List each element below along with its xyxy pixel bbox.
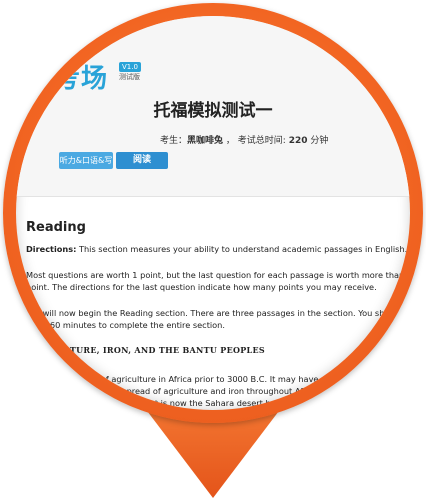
passage-text: There is evidence of agriculture in Afri… xyxy=(26,373,410,409)
passage-title: AGRICULTURE, IRON, AND THE BANTU PEOPLES xyxy=(26,345,265,355)
exam-page: 考场 V1.0 测试版 托福模拟测试一 考生：黑咖啡兔 ， 考试总时间: 220… xyxy=(16,16,410,410)
app-logo: 考场 xyxy=(54,64,109,94)
passage-line: the drying up of what is now the Sahara … xyxy=(69,398,314,408)
exam-info: 考生：黑咖啡兔 ， 考试总时间: 220 分钟 xyxy=(160,133,328,146)
tab-reading[interactable]: 阅读 xyxy=(116,152,168,169)
time-unit: 分钟 xyxy=(310,136,329,146)
candidate-label: 考生： xyxy=(160,136,188,146)
time-label: 考试总时间: xyxy=(237,136,286,146)
header-divider xyxy=(16,196,410,197)
version-note: 测试版 xyxy=(119,73,140,81)
directions-text: This section measures your ability to un… xyxy=(76,244,408,254)
version-badge: V1.0 xyxy=(119,62,141,72)
magnifier-lens: 考场 V1.0 测试版 托福模拟测试一 考生：黑咖啡兔 ， 考试总时间: 220… xyxy=(16,16,410,410)
time-value: 220 xyxy=(288,136,308,146)
directions-label: Directions: xyxy=(26,244,77,254)
instructions-paragraph: You will now begin the Reading section. … xyxy=(26,308,403,330)
reading-content: Reading Directions: This section measure… xyxy=(26,220,410,409)
tab-listening-speaking-writing[interactable]: 听力&口语&写 xyxy=(59,152,113,169)
section-title: Reading xyxy=(26,220,86,235)
exam-title: 托福模拟测试一 xyxy=(153,101,273,121)
scoring-paragraph: Most questions are worth 1 point, but th… xyxy=(26,270,410,292)
meta-separator: ， xyxy=(225,136,235,146)
candidate-name: 黑咖啡兔 xyxy=(187,136,224,146)
directions-paragraph: Directions: This section measures your a… xyxy=(26,243,410,255)
